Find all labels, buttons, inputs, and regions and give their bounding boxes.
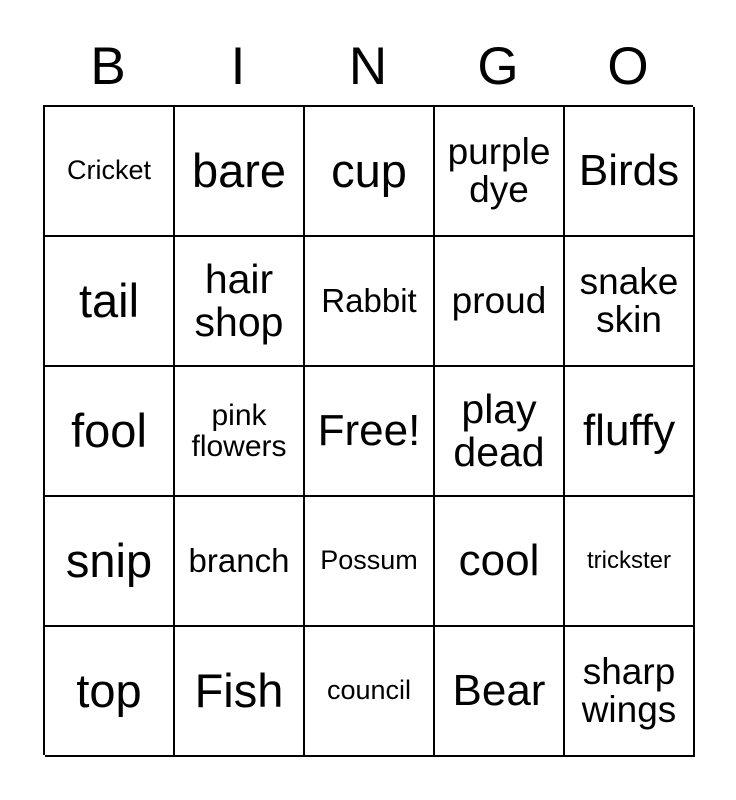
- bingo-cell-label: cool: [458, 535, 540, 585]
- bingo-cell-label: fluffy: [582, 405, 676, 455]
- bingo-cell-label: branch: [188, 542, 290, 580]
- bingo-header-letter-n: N: [348, 36, 388, 96]
- bingo-cell-label: play dead: [453, 386, 545, 475]
- bingo-cell-label: Rabbit: [321, 282, 417, 320]
- bingo-cell-label: purple dye: [447, 130, 551, 210]
- bingo-cell[interactable]: Fish: [175, 627, 305, 757]
- bingo-cell-label: fool: [71, 404, 147, 458]
- bingo-cell[interactable]: hair shop: [175, 237, 305, 367]
- bingo-cell[interactable]: snip: [45, 497, 175, 627]
- bingo-cell-label: bare: [191, 144, 287, 198]
- bingo-cell[interactable]: branch: [175, 497, 305, 627]
- bingo-cell[interactable]: Rabbit: [305, 237, 435, 367]
- bingo-cell-label: tail: [78, 274, 140, 328]
- bingo-cell-label: Free!: [317, 405, 421, 455]
- bingo-cell[interactable]: trickster: [565, 497, 695, 627]
- bingo-cell-label: sharp wings: [581, 650, 677, 730]
- bingo-cell[interactable]: pink flowers: [175, 367, 305, 497]
- bingo-cell[interactable]: purple dye: [435, 107, 565, 237]
- bingo-cell-label: Birds: [578, 145, 680, 195]
- bingo-cell[interactable]: Cricket: [45, 107, 175, 237]
- bingo-cell[interactable]: top: [45, 627, 175, 757]
- bingo-cell[interactable]: Birds: [565, 107, 695, 237]
- bingo-cell-label: Cricket: [66, 155, 151, 186]
- bingo-cell-label: trickster: [587, 546, 671, 574]
- bingo-cell[interactable]: Bear: [435, 627, 565, 757]
- bingo-cell-label: snip: [65, 534, 153, 588]
- bingo-cell-label: Possum: [320, 545, 418, 576]
- bingo-cell-label: snake skin: [579, 260, 679, 340]
- bingo-cell[interactable]: Possum: [305, 497, 435, 627]
- bingo-cell-label: hair shop: [194, 256, 284, 345]
- bingo-cell-label: cup: [331, 144, 407, 198]
- bingo-cell[interactable]: cup: [305, 107, 435, 237]
- bingo-header-letter-i: I: [230, 36, 246, 96]
- bingo-cell[interactable]: tail: [45, 237, 175, 367]
- bingo-header-letter-o: O: [607, 36, 649, 96]
- bingo-cell-label: Bear: [452, 665, 546, 715]
- bingo-cell-label: council: [326, 675, 412, 706]
- bingo-cell[interactable]: council: [305, 627, 435, 757]
- bingo-free-space-cell[interactable]: Free!: [305, 367, 435, 497]
- bingo-cell[interactable]: fool: [45, 367, 175, 497]
- bingo-cell-label: proud: [451, 280, 547, 322]
- bingo-grid: Cricket bare cup purple dye Birds tail hair sh…: [43, 105, 695, 757]
- bingo-cell-label: top: [76, 664, 142, 718]
- bingo-cell-label: pink flowers: [191, 398, 287, 463]
- bingo-cell[interactable]: proud: [435, 237, 565, 367]
- bingo-header-row: BINGO: [43, 30, 693, 102]
- bingo-cell[interactable]: play dead: [435, 367, 565, 497]
- bingo-header-letter-g: G: [477, 36, 519, 96]
- bingo-card: B I N G O Cricket bare cup purple dye Birds tail h…: [0, 0, 736, 800]
- bingo-cell[interactable]: fluffy: [565, 367, 695, 497]
- bingo-header-letter-b: B: [90, 36, 126, 96]
- bingo-cell[interactable]: sharp wings: [565, 627, 695, 757]
- bingo-cell[interactable]: snake skin: [565, 237, 695, 367]
- bingo-cell[interactable]: bare: [175, 107, 305, 237]
- bingo-cell[interactable]: cool: [435, 497, 565, 627]
- bingo-cell-label: Fish: [194, 664, 284, 718]
